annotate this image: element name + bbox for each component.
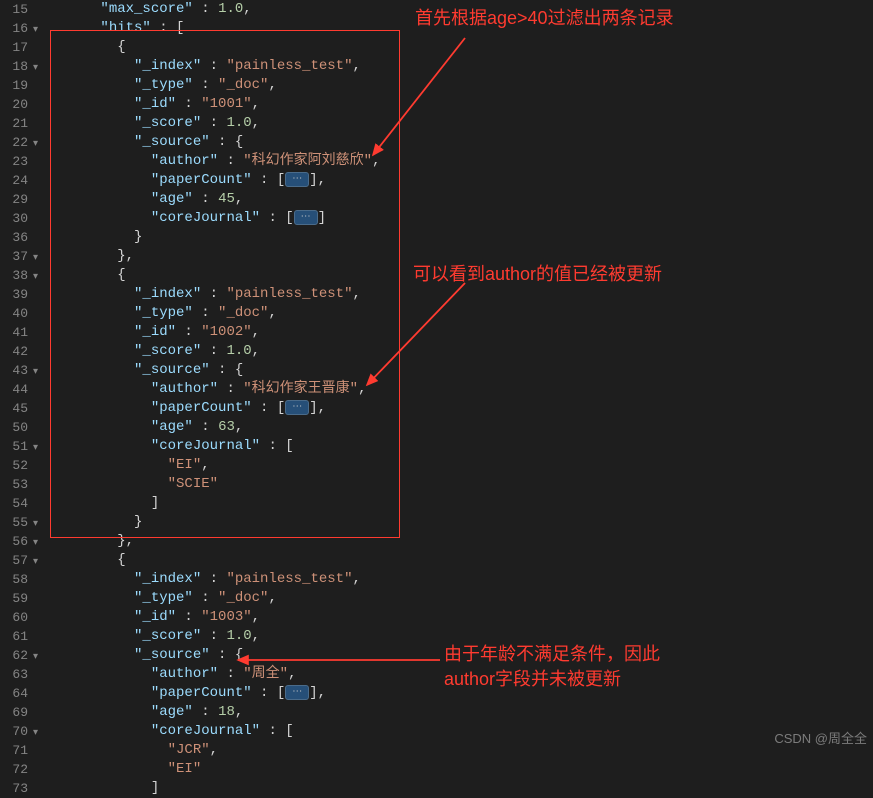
line-number: 52 [0,456,28,475]
line-number: 23 [0,152,28,171]
code-line[interactable]: "paperCount" : [⋯], [50,684,873,703]
code-line[interactable]: "_index" : "painless_test", [50,570,873,589]
line-number: 37▾ [0,247,28,266]
line-number: 51▾ [0,437,28,456]
code-line[interactable]: } [50,513,873,532]
line-number: 15 [0,0,28,19]
code-line[interactable]: "paperCount" : [⋯], [50,171,873,190]
line-number: 63 [0,665,28,684]
line-number: 22▾ [0,133,28,152]
code-line[interactable]: "age" : 63, [50,418,873,437]
code-line[interactable]: "_index" : "painless_test", [50,57,873,76]
code-line[interactable]: }, [50,532,873,551]
line-number: 54 [0,494,28,513]
line-number: 36 [0,228,28,247]
code-line[interactable]: "_id" : "1001", [50,95,873,114]
code-line[interactable]: "age" : 18, [50,703,873,722]
line-number: 70▾ [0,722,28,741]
code-line[interactable]: "_source" : { [50,361,873,380]
line-number: 17 [0,38,28,57]
code-line[interactable]: "author" : "科幻作家阿刘慈欣", [50,152,873,171]
line-number: 39 [0,285,28,304]
line-number: 30 [0,209,28,228]
code-line[interactable]: ] [50,494,873,513]
code-area[interactable]: "max_score" : 1.0, "hits" : [ { "_index"… [36,0,873,751]
line-number: 45 [0,399,28,418]
code-line[interactable]: "paperCount" : [⋯], [50,399,873,418]
line-number: 64 [0,684,28,703]
code-line[interactable]: "_type" : "_doc", [50,76,873,95]
line-number: 58 [0,570,28,589]
code-line[interactable]: "EI" [50,760,873,779]
fold-badge[interactable]: ⋯ [285,172,309,187]
code-line[interactable]: "max_score" : 1.0, [50,0,873,19]
code-line[interactable]: "_score" : 1.0, [50,627,873,646]
code-line[interactable]: "SCIE" [50,475,873,494]
line-number: 44 [0,380,28,399]
code-line[interactable]: "coreJournal" : [⋯] [50,209,873,228]
line-number: 41 [0,323,28,342]
line-number: 18▾ [0,57,28,76]
line-number: 38▾ [0,266,28,285]
line-number: 55▾ [0,513,28,532]
code-line[interactable]: "author" : "周全", [50,665,873,684]
line-number: 62▾ [0,646,28,665]
code-line[interactable]: { [50,551,873,570]
line-number: 56▾ [0,532,28,551]
line-number: 53 [0,475,28,494]
line-number: 73 [0,779,28,798]
line-number: 72 [0,760,28,779]
code-line[interactable]: "_id" : "1002", [50,323,873,342]
fold-badge[interactable]: ⋯ [294,210,318,225]
code-line[interactable]: "coreJournal" : [ [50,437,873,456]
line-number: 20 [0,95,28,114]
line-number: 42 [0,342,28,361]
code-line[interactable]: { [50,38,873,57]
fold-badge[interactable]: ⋯ [285,400,309,415]
line-number: 24 [0,171,28,190]
watermark: CSDN @周全全 [774,728,867,747]
code-line[interactable]: "coreJournal" : [ [50,722,873,741]
code-line[interactable]: "hits" : [ [50,19,873,38]
code-editor[interactable]: 1516▾1718▾19202122▾232429303637▾38▾39404… [0,0,873,751]
code-line[interactable]: "_source" : { [50,133,873,152]
line-number: 29 [0,190,28,209]
code-line[interactable]: ] [50,779,873,798]
code-line[interactable]: "author" : "科幻作家王晋康", [50,380,873,399]
line-number: 43▾ [0,361,28,380]
code-line[interactable]: "_type" : "_doc", [50,304,873,323]
line-number: 57▾ [0,551,28,570]
line-number: 40 [0,304,28,323]
fold-badge[interactable]: ⋯ [285,685,309,700]
line-number: 61 [0,627,28,646]
code-line[interactable]: "_score" : 1.0, [50,342,873,361]
code-line[interactable]: }, [50,247,873,266]
line-number: 59 [0,589,28,608]
line-number: 16▾ [0,19,28,38]
line-number: 21 [0,114,28,133]
code-line[interactable]: "_type" : "_doc", [50,589,873,608]
code-line[interactable]: "age" : 45, [50,190,873,209]
code-line[interactable]: } [50,228,873,247]
line-number: 69 [0,703,28,722]
code-line[interactable]: "_index" : "painless_test", [50,285,873,304]
code-line[interactable]: "_id" : "1003", [50,608,873,627]
line-number-gutter: 1516▾1718▾19202122▾232429303637▾38▾39404… [0,0,36,751]
line-number: 19 [0,76,28,95]
code-line[interactable]: "_score" : 1.0, [50,114,873,133]
line-number: 50 [0,418,28,437]
code-line[interactable]: "EI", [50,456,873,475]
code-line[interactable]: "_source" : { [50,646,873,665]
line-number: 60 [0,608,28,627]
code-line[interactable]: { [50,266,873,285]
